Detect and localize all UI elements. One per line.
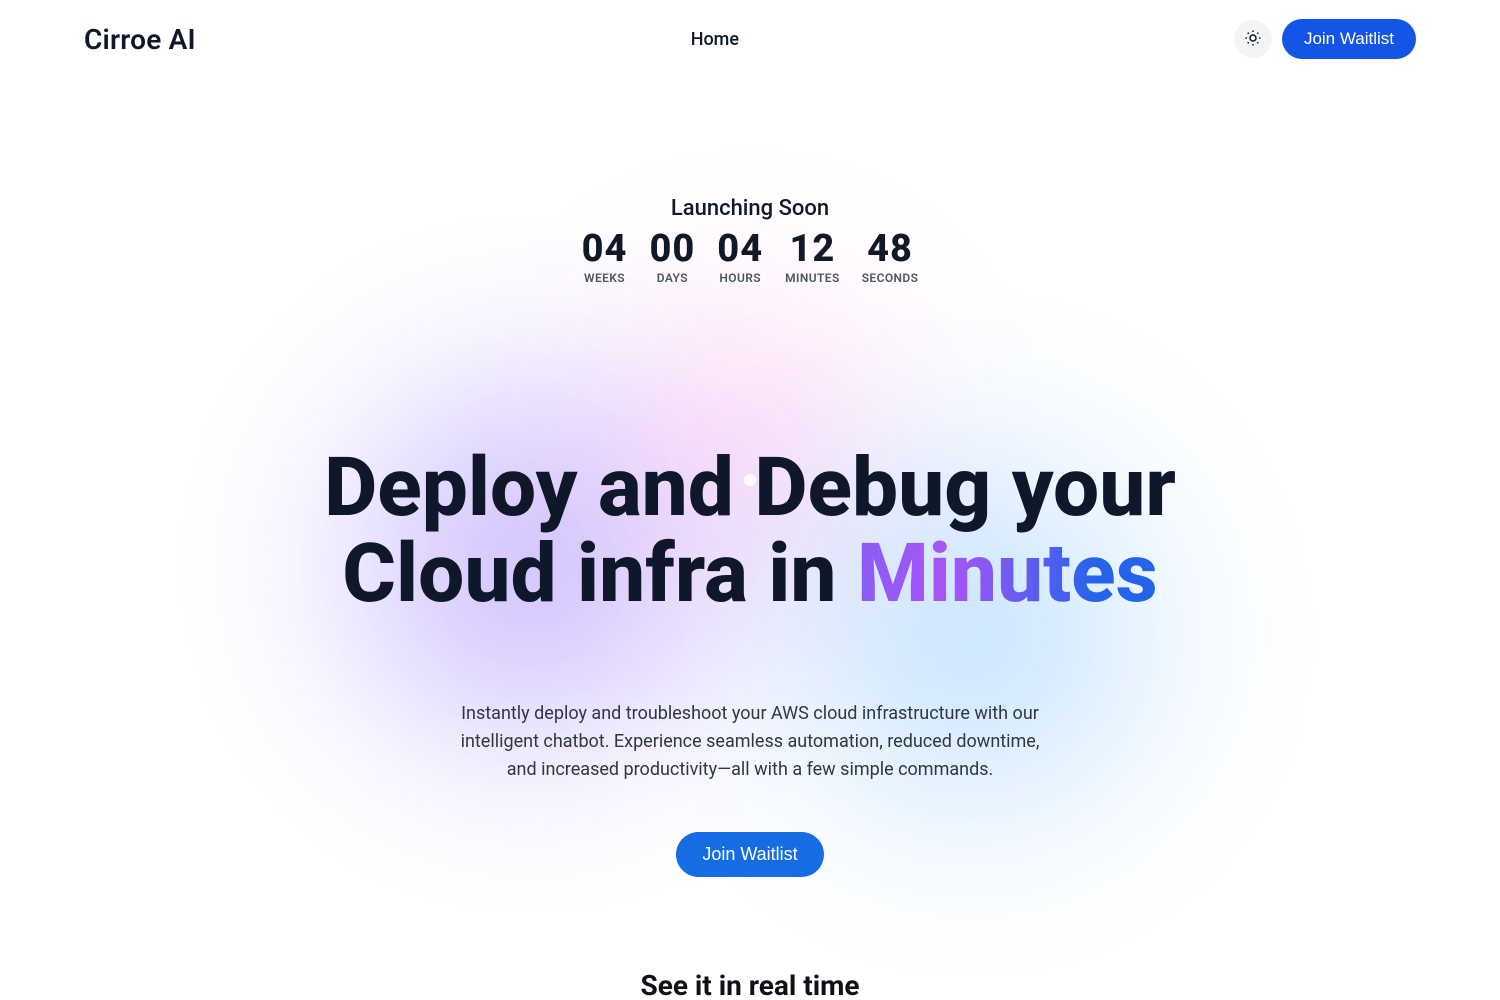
headline-accent: Minutes bbox=[857, 526, 1158, 622]
countdown-weeks: 04 WEEKS bbox=[582, 227, 628, 285]
countdown-seconds: 48 SECONDS bbox=[862, 227, 919, 285]
countdown-hours: 04 HOURS bbox=[717, 227, 763, 285]
countdown-days: 00 DAYS bbox=[649, 227, 695, 285]
primary-nav: Home bbox=[196, 29, 1234, 50]
countdown-days-val: 00 bbox=[649, 227, 695, 271]
countdown-minutes-val: 12 bbox=[785, 227, 840, 271]
countdown-days-lab: DAYS bbox=[649, 271, 695, 285]
countdown-hours-val: 04 bbox=[717, 227, 763, 271]
countdown-card: Launching Soon 04 WEEKS 00 DAYS 04 HOURS… bbox=[558, 192, 943, 295]
countdown-weeks-val: 04 bbox=[582, 227, 628, 271]
countdown-weeks-lab: WEEKS bbox=[582, 271, 628, 285]
nav-home[interactable]: Home bbox=[691, 29, 739, 50]
countdown-minutes: 12 MINUTES bbox=[785, 227, 840, 285]
sun-icon bbox=[1244, 29, 1262, 50]
countdown-hours-lab: HOURS bbox=[717, 271, 763, 285]
brand-logo[interactable]: Cirroe AI bbox=[84, 23, 196, 56]
countdown-seconds-val: 48 bbox=[862, 227, 919, 271]
header: Cirroe AI Home Join Waitlist bbox=[0, 0, 1500, 64]
hero-headline: Deploy and Debug your Cloud infra in Min… bbox=[220, 445, 1280, 617]
countdown-minutes-lab: MINUTES bbox=[785, 271, 840, 285]
launch-label: Launching Soon bbox=[582, 196, 919, 221]
hero-section: Launching Soon 04 WEEKS 00 DAYS 04 HOURS… bbox=[0, 64, 1500, 1000]
theme-toggle-button[interactable] bbox=[1234, 20, 1272, 58]
header-actions: Join Waitlist bbox=[1234, 19, 1416, 59]
countdown-seconds-lab: SECONDS bbox=[862, 271, 919, 285]
realtime-section-title: See it in real time bbox=[640, 969, 859, 1000]
hero-subheadline: Instantly deploy and troubleshoot your A… bbox=[450, 700, 1050, 784]
hero-join-waitlist-button[interactable]: Join Waitlist bbox=[676, 832, 823, 877]
countdown-row: 04 WEEKS 00 DAYS 04 HOURS 12 MINUTES 48 … bbox=[582, 227, 919, 285]
join-waitlist-button[interactable]: Join Waitlist bbox=[1282, 19, 1416, 59]
